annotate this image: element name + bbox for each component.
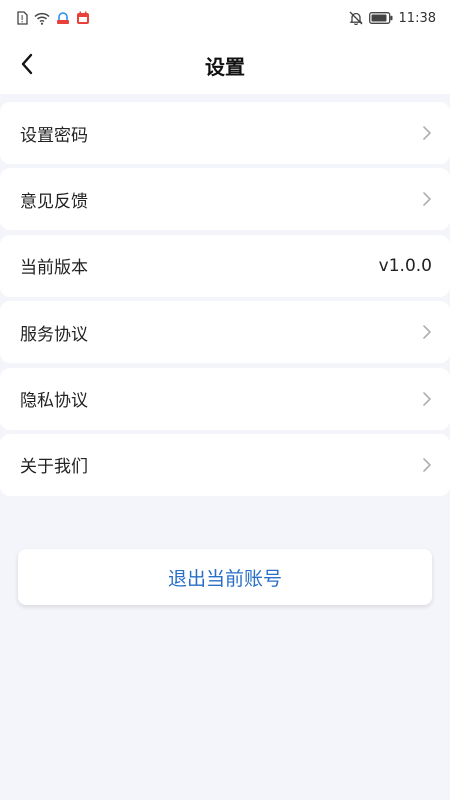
settings-item-version: 当前版本 v1.0.0	[0, 234, 450, 297]
back-button[interactable]	[10, 46, 44, 82]
chevron-right-icon	[422, 125, 432, 141]
app-notification-icon	[56, 11, 70, 25]
bell-muted-icon	[349, 11, 363, 25]
status-time: 11:38	[398, 10, 436, 26]
header: 设置	[0, 36, 450, 94]
settings-item-feedback[interactable]: 意见反馈	[0, 168, 450, 231]
calendar-icon	[76, 11, 90, 25]
status-bar-left	[16, 11, 90, 25]
status-bar: 11:38	[0, 0, 450, 36]
status-bar-right: 11:38	[349, 11, 436, 26]
logout-button[interactable]: 退出当前账号	[18, 549, 432, 605]
wifi-icon	[34, 12, 50, 25]
settings-item-label: 意见反馈	[20, 191, 88, 212]
settings-item-privacy-policy[interactable]: 隐私协议	[0, 367, 450, 430]
settings-item-label: 当前版本	[20, 258, 88, 279]
settings-list: 设置密码 意见反馈 当前版本 v1.0.0 服务协议 隐私协议 关于我们	[0, 102, 450, 500]
battery-icon	[368, 12, 393, 24]
settings-item-service-agreement[interactable]: 服务协议	[0, 301, 450, 364]
settings-item-label: 隐私协议	[20, 391, 88, 412]
settings-item-about-us[interactable]: 关于我们	[0, 433, 450, 496]
chevron-right-icon	[422, 324, 432, 340]
settings-item-label: 服务协议	[20, 324, 88, 345]
version-value: v1.0.0	[378, 255, 432, 276]
settings-item-label: 关于我们	[20, 457, 88, 478]
chevron-right-icon	[422, 391, 432, 407]
chevron-left-icon	[20, 53, 34, 75]
chevron-right-icon	[422, 191, 432, 207]
chevron-right-icon	[422, 457, 432, 473]
page-title: 设置	[205, 54, 245, 79]
settings-item-set-password[interactable]: 设置密码	[0, 102, 450, 164]
settings-item-label: 设置密码	[20, 125, 88, 146]
sim-alert-icon	[16, 11, 28, 25]
